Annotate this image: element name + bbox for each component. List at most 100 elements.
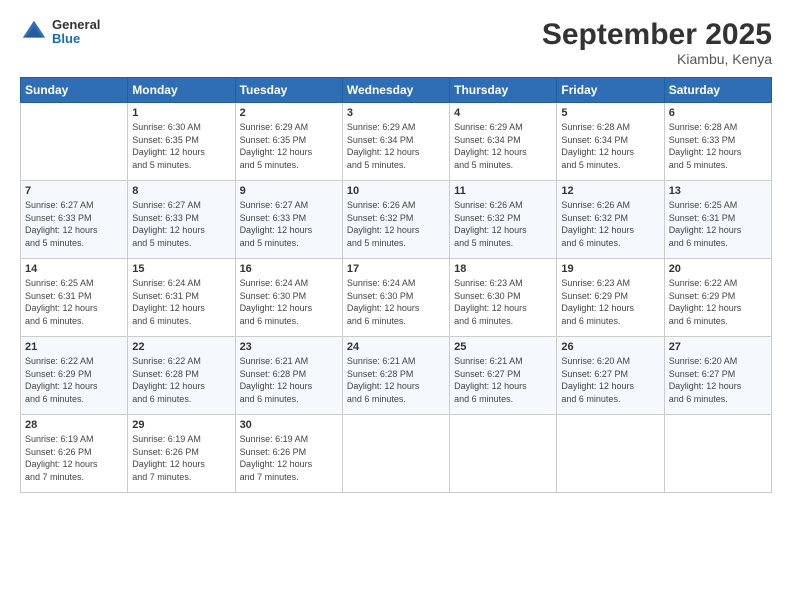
- header-day-wednesday: Wednesday: [342, 78, 449, 103]
- day-number: 10: [347, 185, 445, 197]
- day-info: Sunrise: 6:27 AM Sunset: 6:33 PM Dayligh…: [25, 199, 123, 249]
- day-number: 21: [25, 341, 123, 353]
- logo: General Blue: [20, 18, 100, 47]
- calendar-cell: 15 Sunrise: 6:24 AM Sunset: 6:31 PM Dayli…: [128, 259, 235, 337]
- header-day-tuesday: Tuesday: [235, 78, 342, 103]
- calendar-cell: 17 Sunrise: 6:24 AM Sunset: 6:30 PM Dayli…: [342, 259, 449, 337]
- day-info: Sunrise: 6:22 AM Sunset: 6:29 PM Dayligh…: [669, 277, 767, 327]
- week-row-2: 7 Sunrise: 6:27 AM Sunset: 6:33 PM Daylig…: [21, 181, 772, 259]
- day-info: Sunrise: 6:29 AM Sunset: 6:35 PM Dayligh…: [240, 121, 338, 171]
- day-info: Sunrise: 6:25 AM Sunset: 6:31 PM Dayligh…: [25, 277, 123, 327]
- day-number: 15: [132, 263, 230, 275]
- day-number: 20: [669, 263, 767, 275]
- day-number: 25: [454, 341, 552, 353]
- calendar-body: 1 Sunrise: 6:30 AM Sunset: 6:35 PM Daylig…: [21, 103, 772, 493]
- day-number: 16: [240, 263, 338, 275]
- day-number: 6: [669, 107, 767, 119]
- calendar-cell: 24 Sunrise: 6:21 AM Sunset: 6:28 PM Dayli…: [342, 337, 449, 415]
- day-info: Sunrise: 6:29 AM Sunset: 6:34 PM Dayligh…: [454, 121, 552, 171]
- calendar-table: SundayMondayTuesdayWednesdayThursdayFrid…: [20, 77, 772, 493]
- calendar-cell: 3Sunrise: 6:29 AM Sunset: 6:34 PM Daylig…: [342, 103, 449, 181]
- calendar-cell: 22 Sunrise: 6:22 AM Sunset: 6:28 PM Dayli…: [128, 337, 235, 415]
- calendar-cell: 26Sunrise: 6:20 AM Sunset: 6:27 PM Dayli…: [557, 337, 664, 415]
- calendar-cell: 13 Sunrise: 6:25 AM Sunset: 6:31 PM Dayli…: [664, 181, 771, 259]
- header-day-sunday: Sunday: [21, 78, 128, 103]
- day-number: 13: [669, 185, 767, 197]
- calendar-cell: [21, 103, 128, 181]
- calendar-cell: [342, 415, 449, 493]
- day-number: 9: [240, 185, 338, 197]
- calendar-cell: 29Sunrise: 6:19 AM Sunset: 6:26 PM Dayli…: [128, 415, 235, 493]
- day-number: 12: [561, 185, 659, 197]
- page: General Blue September 2025 Kiambu, Keny…: [0, 0, 792, 612]
- logo-blue-text: Blue: [52, 32, 100, 46]
- day-info: Sunrise: 6:26 AM Sunset: 6:32 PM Dayligh…: [454, 199, 552, 249]
- day-number: 2: [240, 107, 338, 119]
- calendar-cell: 19Sunrise: 6:23 AM Sunset: 6:29 PM Dayli…: [557, 259, 664, 337]
- day-info: Sunrise: 6:20 AM Sunset: 6:27 PM Dayligh…: [669, 355, 767, 405]
- calendar-cell: 10Sunrise: 6:26 AM Sunset: 6:32 PM Dayli…: [342, 181, 449, 259]
- header-day-saturday: Saturday: [664, 78, 771, 103]
- day-number: 1: [132, 107, 230, 119]
- day-number: 28: [25, 419, 123, 431]
- calendar-cell: 6 Sunrise: 6:28 AM Sunset: 6:33 PM Daylig…: [664, 103, 771, 181]
- header-day-monday: Monday: [128, 78, 235, 103]
- day-info: Sunrise: 6:22 AM Sunset: 6:29 PM Dayligh…: [25, 355, 123, 405]
- day-info: Sunrise: 6:22 AM Sunset: 6:28 PM Dayligh…: [132, 355, 230, 405]
- calendar-cell: 1 Sunrise: 6:30 AM Sunset: 6:35 PM Daylig…: [128, 103, 235, 181]
- logo-general-text: General: [52, 18, 100, 32]
- header-day-friday: Friday: [557, 78, 664, 103]
- calendar-cell: 27Sunrise: 6:20 AM Sunset: 6:27 PM Dayli…: [664, 337, 771, 415]
- header-day-thursday: Thursday: [450, 78, 557, 103]
- day-info: Sunrise: 6:19 AM Sunset: 6:26 PM Dayligh…: [240, 433, 338, 483]
- calendar-cell: 2 Sunrise: 6:29 AM Sunset: 6:35 PM Daylig…: [235, 103, 342, 181]
- calendar-cell: 30 Sunrise: 6:19 AM Sunset: 6:26 PM Dayli…: [235, 415, 342, 493]
- calendar-cell: [450, 415, 557, 493]
- calendar-cell: 4 Sunrise: 6:29 AM Sunset: 6:34 PM Daylig…: [450, 103, 557, 181]
- day-info: Sunrise: 6:29 AM Sunset: 6:34 PM Dayligh…: [347, 121, 445, 171]
- title-block: September 2025 Kiambu, Kenya: [542, 18, 772, 67]
- calendar-header: SundayMondayTuesdayWednesdayThursdayFrid…: [21, 78, 772, 103]
- day-number: 23: [240, 341, 338, 353]
- day-info: Sunrise: 6:24 AM Sunset: 6:31 PM Dayligh…: [132, 277, 230, 327]
- day-number: 11: [454, 185, 552, 197]
- calendar-cell: 23Sunrise: 6:21 AM Sunset: 6:28 PM Dayli…: [235, 337, 342, 415]
- day-number: 30: [240, 419, 338, 431]
- day-number: 17: [347, 263, 445, 275]
- calendar-cell: 25 Sunrise: 6:21 AM Sunset: 6:27 PM Dayli…: [450, 337, 557, 415]
- logo-icon: [20, 18, 48, 46]
- day-info: Sunrise: 6:23 AM Sunset: 6:30 PM Dayligh…: [454, 277, 552, 327]
- calendar-cell: 11 Sunrise: 6:26 AM Sunset: 6:32 PM Dayli…: [450, 181, 557, 259]
- day-number: 22: [132, 341, 230, 353]
- calendar-cell: 20 Sunrise: 6:22 AM Sunset: 6:29 PM Dayli…: [664, 259, 771, 337]
- day-number: 7: [25, 185, 123, 197]
- day-number: 26: [561, 341, 659, 353]
- day-info: Sunrise: 6:21 AM Sunset: 6:28 PM Dayligh…: [347, 355, 445, 405]
- day-number: 4: [454, 107, 552, 119]
- calendar-cell: 28 Sunrise: 6:19 AM Sunset: 6:26 PM Dayli…: [21, 415, 128, 493]
- week-row-4: 21 Sunrise: 6:22 AM Sunset: 6:29 PM Dayli…: [21, 337, 772, 415]
- day-info: Sunrise: 6:24 AM Sunset: 6:30 PM Dayligh…: [347, 277, 445, 327]
- day-info: Sunrise: 6:30 AM Sunset: 6:35 PM Dayligh…: [132, 121, 230, 171]
- calendar-cell: 21 Sunrise: 6:22 AM Sunset: 6:29 PM Dayli…: [21, 337, 128, 415]
- day-info: Sunrise: 6:28 AM Sunset: 6:33 PM Dayligh…: [669, 121, 767, 171]
- week-row-1: 1 Sunrise: 6:30 AM Sunset: 6:35 PM Daylig…: [21, 103, 772, 181]
- calendar-cell: 18 Sunrise: 6:23 AM Sunset: 6:30 PM Dayli…: [450, 259, 557, 337]
- day-number: 5: [561, 107, 659, 119]
- header-row: SundayMondayTuesdayWednesdayThursdayFrid…: [21, 78, 772, 103]
- day-info: Sunrise: 6:21 AM Sunset: 6:27 PM Dayligh…: [454, 355, 552, 405]
- calendar-cell: 8Sunrise: 6:27 AM Sunset: 6:33 PM Daylig…: [128, 181, 235, 259]
- day-number: 18: [454, 263, 552, 275]
- day-number: 24: [347, 341, 445, 353]
- day-info: Sunrise: 6:25 AM Sunset: 6:31 PM Dayligh…: [669, 199, 767, 249]
- day-number: 19: [561, 263, 659, 275]
- day-info: Sunrise: 6:19 AM Sunset: 6:26 PM Dayligh…: [25, 433, 123, 483]
- calendar-cell: 14Sunrise: 6:25 AM Sunset: 6:31 PM Dayli…: [21, 259, 128, 337]
- calendar-cell: 5 Sunrise: 6:28 AM Sunset: 6:34 PM Daylig…: [557, 103, 664, 181]
- calendar-cell: 16Sunrise: 6:24 AM Sunset: 6:30 PM Dayli…: [235, 259, 342, 337]
- header: General Blue September 2025 Kiambu, Keny…: [20, 18, 772, 67]
- week-row-5: 28 Sunrise: 6:19 AM Sunset: 6:26 PM Dayli…: [21, 415, 772, 493]
- day-info: Sunrise: 6:28 AM Sunset: 6:34 PM Dayligh…: [561, 121, 659, 171]
- calendar-cell: 7 Sunrise: 6:27 AM Sunset: 6:33 PM Daylig…: [21, 181, 128, 259]
- week-row-3: 14Sunrise: 6:25 AM Sunset: 6:31 PM Dayli…: [21, 259, 772, 337]
